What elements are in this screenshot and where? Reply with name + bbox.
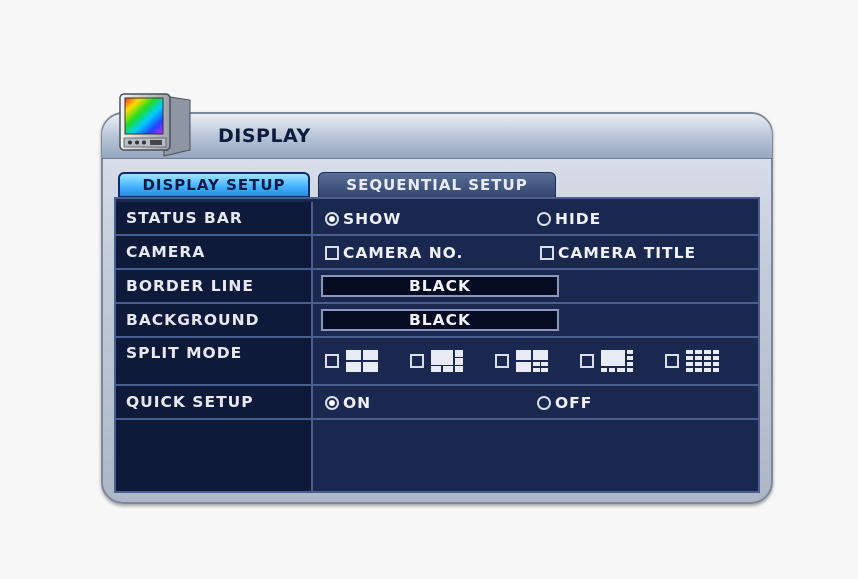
quick-setup-off-option[interactable]: OFF	[537, 394, 592, 412]
split-6-icon	[431, 350, 463, 372]
split-quad-icon	[346, 350, 378, 372]
empty-label-cell	[116, 420, 313, 491]
window-title: DISPLAY	[218, 125, 311, 147]
radio-unselected-icon[interactable]	[537, 212, 551, 226]
checkbox-icon[interactable]	[580, 354, 594, 368]
split-16-icon	[686, 350, 719, 372]
quick-setup-on-option[interactable]: ON	[325, 394, 371, 412]
camera-label: CAMERA	[116, 236, 313, 268]
border-line-label: BORDER LINE	[116, 270, 313, 302]
camera-title-option[interactable]: CAMERA TITLE	[540, 244, 696, 262]
border-line-select[interactable]: BLACK	[321, 275, 559, 297]
off-label: OFF	[555, 394, 593, 412]
split-10-icon	[601, 350, 633, 372]
checkbox-icon[interactable]	[540, 246, 554, 260]
camera-title-label: CAMERA TITLE	[558, 244, 697, 262]
tab-sequential-setup[interactable]: SEQUENTIAL SETUP	[318, 172, 556, 198]
status-bar-show-option[interactable]: SHOW	[325, 210, 401, 228]
camera-no-option[interactable]: CAMERA NO.	[325, 244, 463, 262]
background-label: BACKGROUND	[116, 304, 313, 336]
radio-unselected-icon[interactable]	[537, 396, 551, 410]
checkbox-icon[interactable]	[325, 354, 339, 368]
background-select[interactable]: BLACK	[321, 309, 559, 331]
on-label: ON	[343, 394, 372, 412]
checkbox-icon[interactable]	[410, 354, 424, 368]
checkbox-icon[interactable]	[495, 354, 509, 368]
tab-display-setup[interactable]: DISPLAY SETUP	[118, 172, 310, 198]
radio-selected-icon[interactable]	[325, 396, 339, 410]
row-quick-setup: QUICK SETUP	[116, 386, 758, 420]
camera-no-label: CAMERA NO.	[343, 244, 464, 262]
status-bar-hide-option[interactable]: HIDE	[537, 210, 601, 228]
hide-label: HIDE	[555, 210, 602, 228]
show-label: SHOW	[343, 210, 402, 228]
title-bar	[102, 114, 772, 159]
row-status-bar: STATUS BAR	[116, 202, 758, 236]
monitor-icon	[119, 93, 191, 157]
split-8-icon	[516, 350, 548, 372]
checkbox-icon[interactable]	[665, 354, 679, 368]
status-bar-label: STATUS BAR	[116, 202, 313, 234]
split-mode-label: SPLIT MODE	[116, 338, 313, 384]
radio-selected-icon[interactable]	[325, 212, 339, 226]
quick-setup-label: QUICK SETUP	[116, 386, 313, 418]
checkbox-icon[interactable]	[325, 246, 339, 260]
